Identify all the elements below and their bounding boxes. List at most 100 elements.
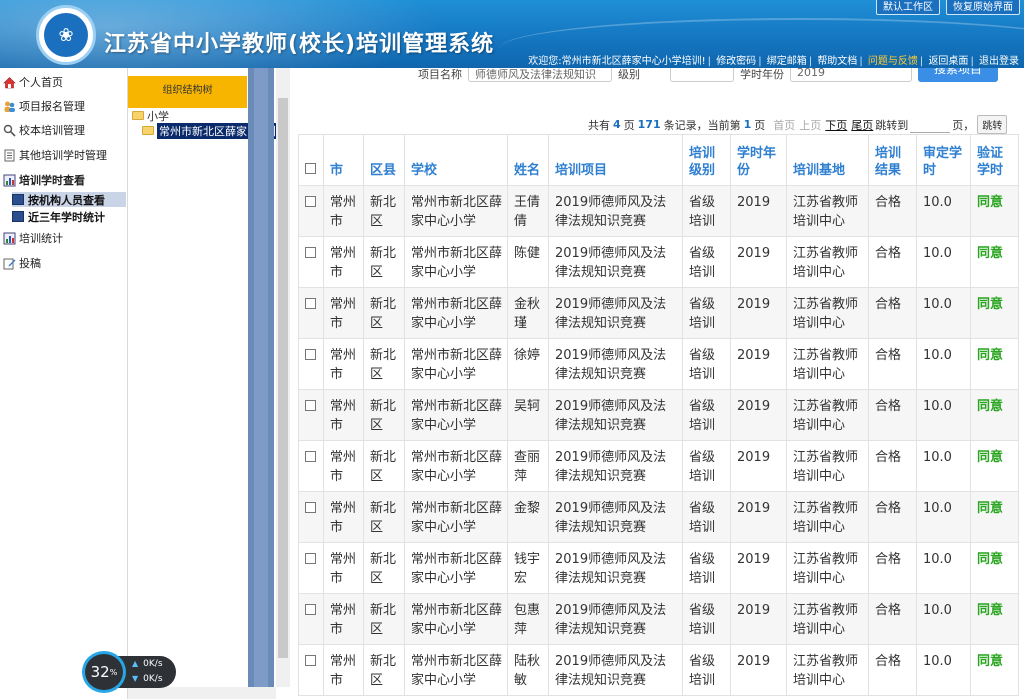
cell-verify[interactable]: 同意 bbox=[970, 593, 1019, 645]
table-row[interactable]: 常州市 新北区 常州市新北区薛家中心小学 钱宇宏 2019师德师风及法律法规知识竞赛 省级… bbox=[298, 542, 1019, 594]
total-records: 171 bbox=[637, 118, 661, 131]
network-speed-widget[interactable]: ▲ 0K/s ▼ 0K/s 32% bbox=[82, 651, 178, 693]
nav-item-school-training[interactable]: 校本培训管理 bbox=[0, 120, 127, 140]
table-row[interactable]: 常州市 新北区 常州市新北区薛家中心小学 包惠萍 2019师德师风及法律法规知识竞赛 省级… bbox=[298, 593, 1019, 645]
cell-level: 省级培训 bbox=[682, 236, 731, 288]
col-hours[interactable]: 审定学时 bbox=[916, 134, 971, 186]
row-checkbox[interactable] bbox=[305, 604, 316, 615]
col-school[interactable]: 学校 bbox=[404, 134, 508, 186]
cell-school: 常州市新北区薛家中心小学 bbox=[404, 440, 508, 492]
last-page-link[interactable]: 尾页 bbox=[851, 117, 873, 133]
table-row[interactable]: 常州市 新北区 常州市新北区薛家中心小学 徐婷 2019师德师风及法律法规知识竞赛 省级培… bbox=[298, 338, 1019, 390]
upload-speed: 0K/s bbox=[143, 658, 163, 669]
search-button[interactable]: 搜索项目 bbox=[918, 68, 998, 82]
cell-result: 合格 bbox=[868, 287, 917, 339]
nav-sub-by-org[interactable]: 按机构人员查看 bbox=[12, 192, 126, 207]
table-row[interactable]: 常州市 新北区 常州市新北区薛家中心小学 陆秋敏 2019师德师风及法律法规知识竞赛 省级… bbox=[298, 644, 1019, 696]
row-checkbox[interactable] bbox=[305, 502, 316, 513]
year-input[interactable]: 2019 bbox=[790, 68, 912, 82]
back-desktop-link[interactable]: 返回桌面 bbox=[928, 56, 968, 67]
logout-link[interactable]: 退出登录 bbox=[979, 56, 1019, 67]
col-verify[interactable]: 验证学时 bbox=[970, 134, 1019, 186]
nav-item-hours-view[interactable]: 培训学时查看 bbox=[0, 170, 127, 190]
nav-sub-three-year[interactable]: 近三年学时统计 bbox=[12, 209, 126, 224]
cell-verify[interactable]: 同意 bbox=[970, 287, 1019, 339]
cell-result: 合格 bbox=[868, 440, 917, 492]
cell-name: 徐婷 bbox=[507, 338, 549, 390]
cell-district: 新北区 bbox=[363, 287, 405, 339]
table-row[interactable]: 常州市 新北区 常州市新北区薛家中心小学 金黎 2019师德师风及法律法规知识竞赛 省级培… bbox=[298, 491, 1019, 543]
cell-verify[interactable]: 同意 bbox=[970, 644, 1019, 696]
cell-level: 省级培训 bbox=[682, 338, 731, 390]
cell-verify[interactable]: 同意 bbox=[970, 338, 1019, 390]
row-checkbox[interactable] bbox=[305, 451, 316, 462]
feedback-link[interactable]: 问题与反馈 bbox=[868, 56, 918, 67]
cell-school: 常州市新北区薛家中心小学 bbox=[404, 389, 508, 441]
col-base[interactable]: 培训基地 bbox=[786, 134, 869, 186]
cell-school: 常州市新北区薛家中心小学 bbox=[404, 338, 508, 390]
row-checkbox[interactable] bbox=[305, 400, 316, 411]
level-select[interactable] bbox=[670, 68, 734, 82]
cell-district: 新北区 bbox=[363, 338, 405, 390]
cell-verify[interactable]: 同意 bbox=[970, 491, 1019, 543]
cell-hours: 10.0 bbox=[916, 389, 971, 441]
col-level[interactable]: 培训级别 bbox=[682, 134, 731, 186]
cell-district: 新北区 bbox=[363, 389, 405, 441]
row-checkbox[interactable] bbox=[305, 298, 316, 309]
nav-label-submission: 投稿 bbox=[19, 257, 41, 270]
cell-city: 常州市 bbox=[323, 287, 364, 339]
nav-item-other-hours[interactable]: 其他培训学时管理 bbox=[0, 145, 127, 165]
col-result[interactable]: 培训结果 bbox=[868, 134, 917, 186]
table-row[interactable]: 常州市 新北区 常州市新北区薛家中心小学 王倩倩 2019师德师风及法律法规知识竞赛 省级… bbox=[298, 185, 1019, 237]
row-checkbox[interactable] bbox=[305, 349, 316, 360]
table-row[interactable]: 常州市 新北区 常州市新北区薛家中心小学 陈健 2019师德师风及法律法规知识竞赛 省级培… bbox=[298, 236, 1019, 288]
cell-verify[interactable]: 同意 bbox=[970, 440, 1019, 492]
select-all-checkbox[interactable] bbox=[305, 163, 316, 174]
table-row[interactable]: 常州市 新北区 常州市新北区薛家中心小学 吴轲 2019师德师风及法律法规知识竞赛 省级培… bbox=[298, 389, 1019, 441]
next-page-link[interactable]: 下页 bbox=[825, 117, 847, 133]
col-project[interactable]: 培训项目 bbox=[548, 134, 683, 186]
change-password-link[interactable]: 修改密码 bbox=[716, 56, 756, 67]
row-select-cell bbox=[298, 593, 324, 645]
nav-item-enrollment[interactable]: 项目报名管理 bbox=[0, 96, 127, 116]
cell-verify[interactable]: 同意 bbox=[970, 185, 1019, 237]
project-name-input[interactable]: 师德师风及法律法规知识 bbox=[468, 68, 612, 82]
cell-hours: 10.0 bbox=[916, 593, 971, 645]
tree-node-root[interactable]: 小学 bbox=[132, 108, 169, 123]
nav-item-submission[interactable]: 投稿 bbox=[0, 253, 127, 273]
col-year[interactable]: 学时年份 bbox=[730, 134, 787, 186]
cell-verify[interactable]: 同意 bbox=[970, 542, 1019, 594]
jump-button[interactable]: 跳转 bbox=[977, 115, 1008, 134]
vertical-scrollbar[interactable] bbox=[276, 68, 290, 687]
first-page-link[interactable]: 首页 bbox=[773, 117, 795, 133]
default-workspace-button[interactable]: 默认工作区 bbox=[876, 0, 940, 15]
col-name[interactable]: 姓名 bbox=[507, 134, 549, 186]
select-all-cell bbox=[298, 134, 324, 186]
bind-email-link[interactable]: 绑定邮箱 bbox=[767, 56, 807, 67]
top-buttons: 默认工作区 恢复原始界面 bbox=[876, 0, 1020, 15]
pagination: 共有 4 页 171 条记录，当前第 1 页 首页 上页 下页 尾页 跳转到 页… bbox=[588, 115, 1008, 134]
table-row[interactable]: 常州市 新北区 常州市新北区薛家中心小学 查丽萍 2019师德师风及法律法规知识竞赛 省级… bbox=[298, 440, 1019, 492]
jump-page-input[interactable] bbox=[910, 116, 951, 133]
row-checkbox[interactable] bbox=[305, 553, 316, 564]
nav-item-statistics[interactable]: 培训统计 bbox=[0, 228, 127, 248]
col-district[interactable]: 区县 bbox=[363, 134, 405, 186]
help-doc-link[interactable]: 帮助文档 bbox=[817, 56, 857, 67]
scrollbar-thumb[interactable] bbox=[278, 98, 288, 658]
cell-hours: 10.0 bbox=[916, 287, 971, 339]
prev-page-link[interactable]: 上页 bbox=[799, 117, 821, 133]
pager-unit: 页 bbox=[623, 118, 635, 132]
cell-verify[interactable]: 同意 bbox=[970, 236, 1019, 288]
row-checkbox[interactable] bbox=[305, 655, 316, 666]
cell-project: 2019师德师风及法律法规知识竞赛 bbox=[548, 491, 683, 543]
row-select-cell bbox=[298, 236, 324, 288]
nav-item-home[interactable]: 个人首页 bbox=[0, 72, 127, 92]
cell-year: 2019 bbox=[730, 236, 787, 288]
col-city[interactable]: 市 bbox=[323, 134, 364, 186]
row-checkbox[interactable] bbox=[305, 247, 316, 258]
restore-layout-button[interactable]: 恢复原始界面 bbox=[946, 0, 1020, 15]
panel-splitter[interactable] bbox=[248, 68, 274, 699]
cell-verify[interactable]: 同意 bbox=[970, 389, 1019, 441]
row-checkbox[interactable] bbox=[305, 196, 316, 207]
table-row[interactable]: 常州市 新北区 常州市新北区薛家中心小学 金秋瑾 2019师德师风及法律法规知识竞赛 省级… bbox=[298, 287, 1019, 339]
